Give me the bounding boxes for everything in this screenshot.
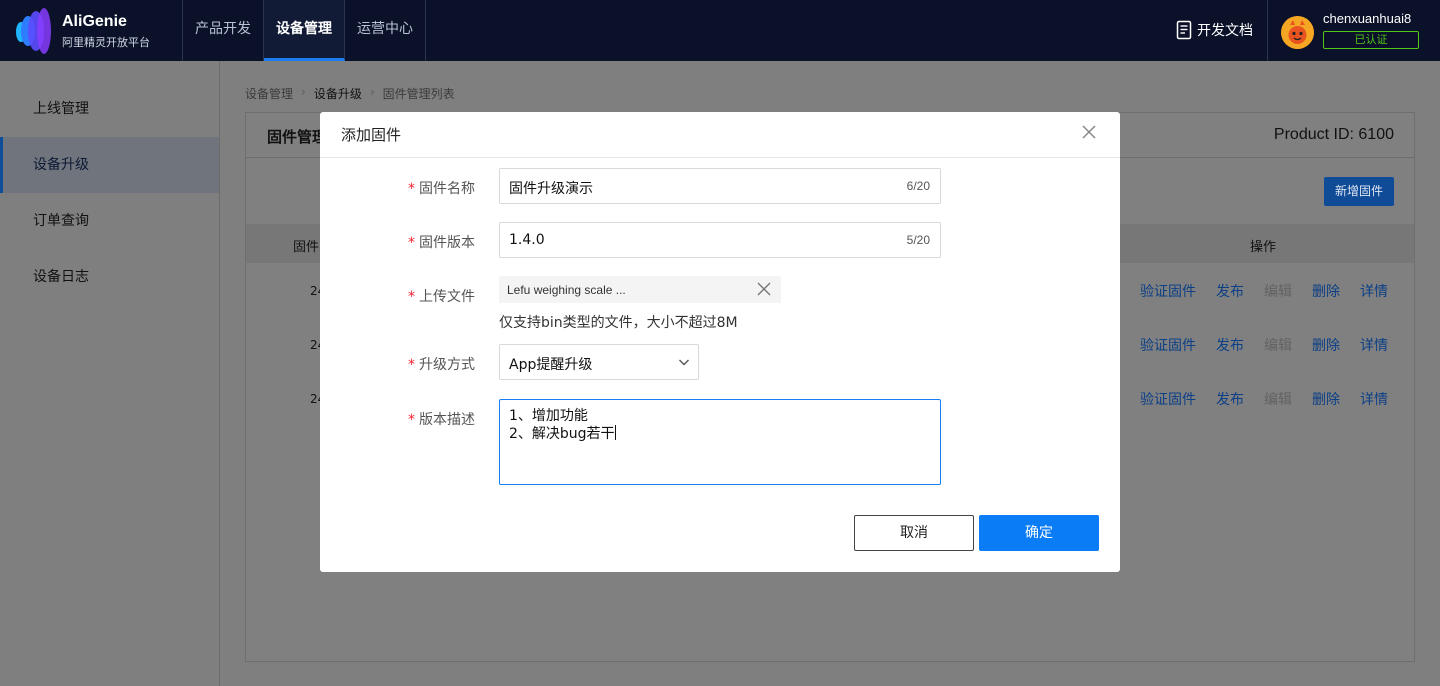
dev-docs-label: 开发文档	[1197, 23, 1253, 39]
breadcrumb-item[interactable]: 设备管理	[245, 85, 293, 102]
details-link[interactable]: 详情	[1360, 281, 1388, 301]
required-mark: *	[408, 235, 415, 251]
table-row-actions: 验证固件 发布 编辑 删除 详情	[1140, 335, 1408, 355]
delete-link[interactable]: 删除	[1312, 335, 1340, 355]
remove-file-icon[interactable]	[757, 282, 771, 296]
firmware-name-value: 固件升级演示	[509, 181, 593, 197]
delete-link[interactable]: 删除	[1312, 389, 1340, 409]
upload-hint: 仅支持bin类型的文件，大小不超过8M	[499, 315, 738, 331]
confirm-button[interactable]: 确定	[979, 515, 1099, 551]
brand-subtitle: 阿里精灵开放平台	[62, 36, 150, 49]
required-mark: *	[408, 412, 415, 428]
firmware-name-input[interactable]: 固件升级演示 6/20	[499, 168, 941, 204]
chevron-right-icon: ›	[369, 85, 375, 99]
breadcrumb: 设备管理 › 设备升级 › 固件管理列表	[245, 85, 455, 102]
publish-link[interactable]: 发布	[1216, 389, 1244, 409]
firmware-version-input[interactable]: 1.4.0 5/20	[499, 222, 941, 258]
uploaded-file-name: Lefu weighing scale ...	[507, 283, 626, 297]
verify-firmware-link[interactable]: 验证固件	[1140, 335, 1196, 355]
edit-link: 编辑	[1264, 338, 1292, 354]
edit-link: 编辑	[1264, 392, 1292, 408]
upgrade-method-value: App提醒升级	[509, 357, 593, 373]
description-line: 2、解决bug若干	[509, 425, 616, 442]
user-avatar[interactable]	[1281, 16, 1314, 49]
sidebar-item-device-upgrade[interactable]: 设备升级	[0, 137, 219, 193]
brand-logo[interactable]: AliGenie 阿里精灵开放平台	[16, 8, 176, 54]
version-description-label: * 版本描述	[408, 412, 475, 428]
required-mark: *	[408, 181, 415, 197]
sidebar-item-online-management[interactable]: 上线管理	[0, 81, 219, 137]
description-line: 1、增加功能	[509, 408, 588, 424]
top-navigation-bar: AliGenie 阿里精灵开放平台 产品开发 设备管理 运营中心 开发文档 ch…	[0, 0, 1440, 61]
table-row-actions: 验证固件 发布 编辑 删除 详情	[1140, 281, 1408, 301]
cancel-button[interactable]: 取消	[854, 515, 974, 551]
firmware-version-value: 1.4.0	[509, 232, 545, 248]
details-link[interactable]: 详情	[1360, 389, 1388, 409]
panel-title: 固件管理	[267, 128, 328, 146]
details-link[interactable]: 详情	[1360, 335, 1388, 355]
column-header-firmware: 固件	[293, 240, 320, 255]
chevron-down-icon	[679, 359, 689, 366]
column-header-operations: 操作	[1250, 240, 1277, 255]
dialog-title: 添加固件	[341, 126, 402, 144]
product-id: Product ID: 6100	[1273, 126, 1394, 143]
sidebar-item-device-log[interactable]: 设备日志	[0, 249, 219, 305]
upgrade-method-select[interactable]: App提醒升级	[499, 344, 699, 380]
dev-docs-link[interactable]: 开发文档	[1176, 20, 1253, 40]
aligenie-logo-icon	[16, 8, 56, 54]
brand-name: AliGenie	[62, 13, 127, 30]
version-description-textarea[interactable]: 1、增加功能 2、解决bug若干	[499, 399, 941, 485]
add-firmware-button[interactable]: 新增固件	[1324, 177, 1394, 206]
verified-badge: 已认证	[1323, 31, 1419, 49]
sidebar: 上线管理 设备升级 订单查询 设备日志	[0, 61, 220, 686]
chevron-right-icon: ›	[301, 85, 306, 99]
upload-file-label: * 上传文件	[408, 289, 475, 305]
breadcrumb-item[interactable]: 设备升级	[314, 85, 362, 102]
sidebar-item-order-query[interactable]: 订单查询	[0, 193, 219, 249]
verify-firmware-link[interactable]: 验证固件	[1140, 281, 1196, 301]
dialog-header: 添加固件	[320, 112, 1120, 158]
uploaded-file-item[interactable]: Lefu weighing scale ...	[499, 276, 781, 303]
required-mark: *	[408, 289, 415, 305]
table-row-actions: 验证固件 发布 编辑 删除 详情	[1140, 389, 1408, 409]
username[interactable]: chenxuanhuai8	[1323, 11, 1411, 26]
character-counter: 6/20	[906, 179, 930, 193]
add-firmware-dialog: 添加固件 * 固件名称 固件升级演示 6/20 * 固件版本 1.4.0 5/20 …	[320, 112, 1120, 572]
topnav-operations-center[interactable]: 运营中心	[345, 0, 426, 61]
required-mark: *	[408, 357, 415, 373]
close-icon[interactable]	[1081, 124, 1097, 140]
breadcrumb-current: 固件管理列表	[382, 87, 455, 101]
edit-link: 编辑	[1264, 284, 1292, 300]
topbar-divider	[1267, 0, 1268, 61]
firmware-name-label: * 固件名称	[408, 181, 475, 197]
character-counter: 5/20	[906, 233, 930, 247]
delete-link[interactable]: 删除	[1312, 281, 1340, 301]
topnav-product-dev[interactable]: 产品开发	[183, 0, 264, 61]
upgrade-method-label: * 升级方式	[408, 357, 475, 373]
document-icon	[1176, 20, 1192, 40]
firmware-version-label: * 固件版本	[408, 235, 475, 251]
publish-link[interactable]: 发布	[1216, 281, 1244, 301]
topnav-device-management[interactable]: 设备管理	[264, 0, 345, 61]
publish-link[interactable]: 发布	[1216, 335, 1244, 355]
top-nav: 产品开发 设备管理 运营中心	[182, 0, 426, 61]
verify-firmware-link[interactable]: 验证固件	[1140, 389, 1196, 409]
text-caret	[614, 425, 616, 440]
